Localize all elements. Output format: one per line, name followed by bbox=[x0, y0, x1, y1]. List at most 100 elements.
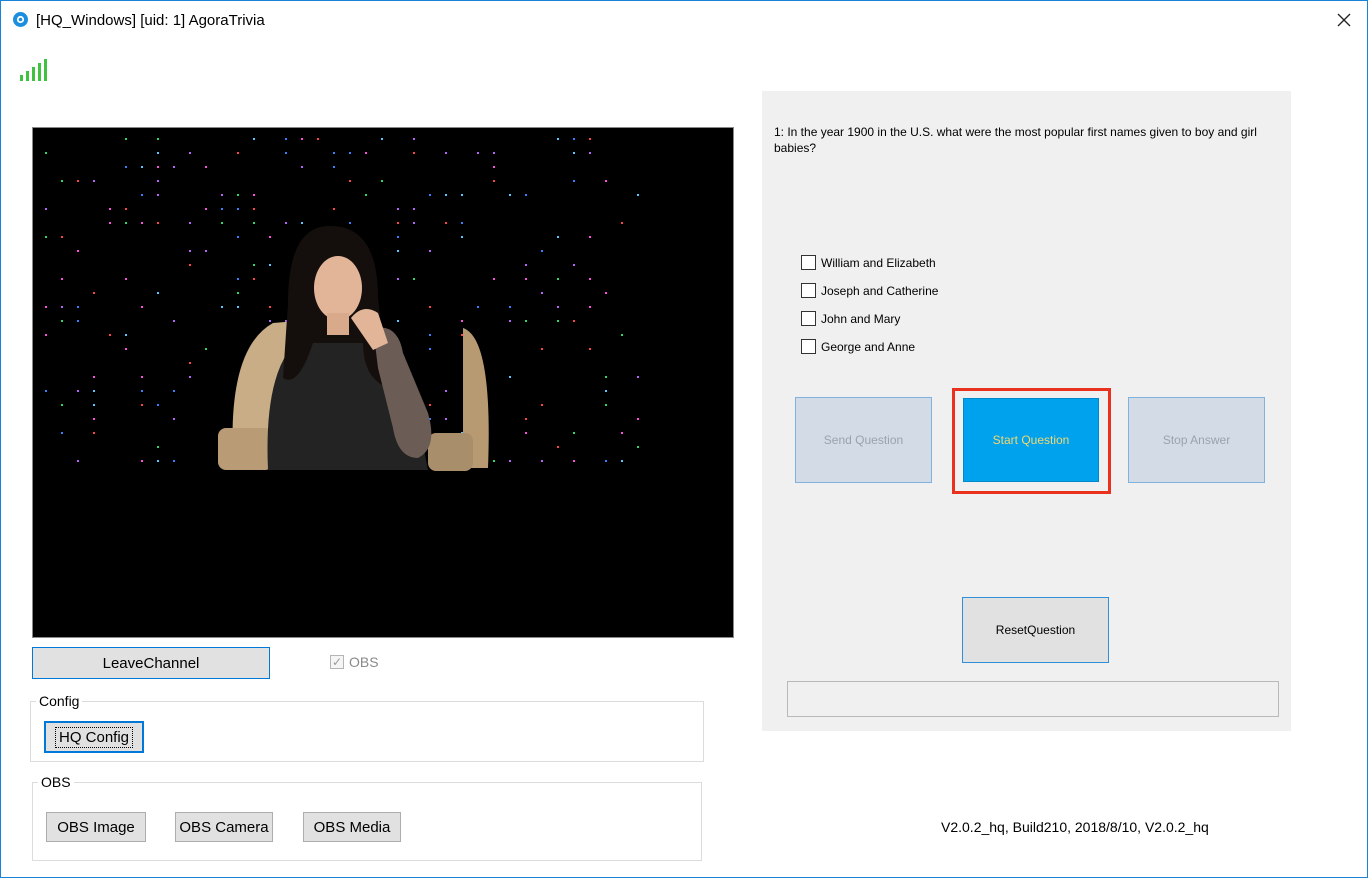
background-dot bbox=[541, 460, 543, 462]
video-feed bbox=[32, 127, 734, 638]
background-dot bbox=[605, 404, 607, 406]
background-dot bbox=[205, 348, 207, 350]
background-dot bbox=[413, 222, 415, 224]
background-dot bbox=[237, 292, 239, 294]
background-dot bbox=[381, 180, 383, 182]
background-dot bbox=[61, 306, 63, 308]
obs-media-button[interactable]: OBS Media bbox=[303, 812, 401, 842]
stop-answer-button[interactable]: Stop Answer bbox=[1128, 397, 1265, 483]
background-dot bbox=[141, 404, 143, 406]
background-dot bbox=[637, 194, 639, 196]
hq-config-button[interactable]: HQ Config bbox=[44, 721, 144, 753]
start-question-button[interactable]: Start Question bbox=[963, 398, 1099, 482]
answer-label: John and Mary bbox=[821, 311, 901, 326]
reset-question-button[interactable]: ResetQuestion bbox=[962, 597, 1109, 663]
background-dot bbox=[93, 292, 95, 294]
background-dot bbox=[45, 306, 47, 308]
answer-checkbox[interactable] bbox=[801, 283, 816, 298]
leave-channel-button[interactable]: LeaveChannel bbox=[32, 647, 270, 679]
answer-option[interactable]: John and Mary bbox=[801, 311, 900, 326]
background-dot bbox=[589, 152, 591, 154]
background-dot bbox=[509, 320, 511, 322]
answer-checkbox[interactable] bbox=[801, 311, 816, 326]
background-dot bbox=[269, 306, 271, 308]
background-dot bbox=[365, 194, 367, 196]
background-dot bbox=[301, 222, 303, 224]
background-dot bbox=[109, 208, 111, 210]
background-dot bbox=[173, 418, 175, 420]
background-dot bbox=[493, 460, 495, 462]
background-dot bbox=[461, 194, 463, 196]
background-dot bbox=[125, 278, 127, 280]
background-dot bbox=[285, 222, 287, 224]
background-dot bbox=[61, 236, 63, 238]
background-dot bbox=[253, 208, 255, 210]
background-dot bbox=[525, 278, 527, 280]
obs-checkbox[interactable]: ✓ OBS bbox=[330, 654, 379, 670]
background-dot bbox=[109, 334, 111, 336]
background-dot bbox=[157, 194, 159, 196]
background-dot bbox=[525, 320, 527, 322]
background-dot bbox=[461, 334, 463, 336]
background-dot bbox=[141, 376, 143, 378]
background-dot bbox=[525, 264, 527, 266]
background-dot bbox=[317, 138, 319, 140]
background-dot bbox=[269, 320, 271, 322]
background-dot bbox=[189, 152, 191, 154]
background-dot bbox=[237, 152, 239, 154]
signal-strength-icon bbox=[20, 59, 47, 81]
background-dot bbox=[509, 194, 511, 196]
background-dot bbox=[125, 166, 127, 168]
background-dot bbox=[541, 348, 543, 350]
background-dot bbox=[429, 194, 431, 196]
background-dot bbox=[285, 320, 287, 322]
send-question-button[interactable]: Send Question bbox=[795, 397, 932, 483]
background-dot bbox=[525, 418, 527, 420]
background-dot bbox=[413, 278, 415, 280]
background-dot bbox=[301, 166, 303, 168]
background-dot bbox=[61, 404, 63, 406]
background-dot bbox=[397, 222, 399, 224]
background-dot bbox=[157, 404, 159, 406]
config-group-label: Config bbox=[36, 693, 83, 709]
background-dot bbox=[413, 208, 415, 210]
background-dot bbox=[237, 278, 239, 280]
answer-option[interactable]: William and Elizabeth bbox=[801, 255, 936, 270]
background-dot bbox=[157, 180, 159, 182]
background-dot bbox=[493, 152, 495, 154]
background-dot bbox=[509, 460, 511, 462]
background-dot bbox=[141, 390, 143, 392]
background-dot bbox=[413, 152, 415, 154]
background-dot bbox=[621, 432, 623, 434]
close-button[interactable] bbox=[1321, 1, 1367, 39]
obs-camera-button[interactable]: OBS Camera bbox=[175, 812, 273, 842]
obs-image-button[interactable]: OBS Image bbox=[46, 812, 146, 842]
background-dot bbox=[141, 194, 143, 196]
background-dot bbox=[557, 446, 559, 448]
video-frame bbox=[33, 128, 733, 637]
answer-checkbox[interactable] bbox=[801, 255, 816, 270]
background-dot bbox=[589, 278, 591, 280]
background-dot bbox=[365, 152, 367, 154]
background-dot bbox=[189, 264, 191, 266]
background-dot bbox=[541, 404, 543, 406]
background-dot bbox=[573, 264, 575, 266]
background-dot bbox=[45, 390, 47, 392]
background-dot bbox=[445, 222, 447, 224]
agora-app-icon bbox=[13, 12, 28, 27]
question-text: 1: In the year 1900 in the U.S. what wer… bbox=[774, 125, 1257, 155]
background-dot bbox=[253, 264, 255, 266]
background-dot bbox=[557, 138, 559, 140]
background-dot bbox=[493, 278, 495, 280]
background-dot bbox=[77, 390, 79, 392]
background-dot bbox=[621, 334, 623, 336]
background-dot bbox=[125, 348, 127, 350]
background-dot bbox=[77, 180, 79, 182]
background-dot bbox=[301, 138, 303, 140]
answer-option[interactable]: Joseph and Catherine bbox=[801, 283, 938, 298]
background-dot bbox=[77, 320, 79, 322]
answer-checkbox[interactable] bbox=[801, 339, 816, 354]
hq-config-label: HQ Config bbox=[54, 726, 134, 748]
background-dot bbox=[589, 348, 591, 350]
answer-option[interactable]: George and Anne bbox=[801, 339, 915, 354]
